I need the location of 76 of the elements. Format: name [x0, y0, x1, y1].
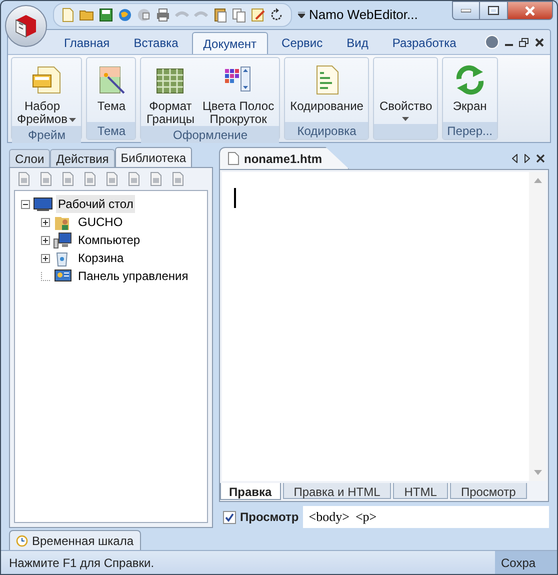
globe-icon[interactable] [117, 7, 133, 23]
panel-tab[interactable]: Действия [50, 149, 115, 167]
maximize-button[interactable] [480, 1, 507, 20]
copy-icon[interactable] [231, 7, 247, 23]
close-icon[interactable] [535, 38, 544, 46]
document-icon[interactable] [16, 171, 32, 187]
close-icon[interactable] [536, 154, 545, 162]
clock-icon [16, 534, 28, 546]
dropdown-caret-icon [69, 118, 76, 122]
group-label: Тема [87, 122, 136, 139]
group-label: Перер... [443, 122, 496, 139]
help-icon[interactable] [485, 35, 499, 49]
ribbon-button[interactable]: Кодирование [287, 60, 366, 113]
ribbon-button[interactable]: Тема [89, 60, 134, 113]
maximize-icon [488, 6, 499, 15]
restore-icon[interactable] [519, 38, 529, 46]
new-file-icon[interactable] [60, 7, 76, 23]
collapse-icon[interactable] [21, 200, 30, 208]
document-icon[interactable] [60, 171, 76, 187]
preview-checkbox[interactable] [223, 510, 236, 524]
file-icon [228, 152, 239, 165]
group-label: Фрейм [12, 126, 82, 143]
dropdown-caret-icon [402, 117, 410, 121]
preview-label: Просмотр [240, 509, 299, 526]
ribbon-button[interactable]: Цвета Полос Прокруток [199, 60, 278, 126]
ribbon-tab[interactable]: Вид [336, 32, 378, 54]
ribbon-tab[interactable]: Документ [192, 32, 268, 54]
close-button[interactable] [507, 1, 553, 20]
text-cursor [234, 188, 236, 208]
paste-icon[interactable] [212, 7, 228, 23]
close-icon [524, 6, 536, 16]
ribbon-button[interactable]: Набор Фреймов [14, 60, 80, 126]
monitor-icon [33, 195, 53, 213]
document-tab[interactable]: noname1.htm [219, 147, 349, 169]
ribbon-button[interactable]: Экран [448, 60, 492, 113]
group-label: Оформление [141, 126, 280, 143]
computer-icon [53, 231, 73, 249]
view-tab[interactable]: HTML [393, 483, 448, 499]
minimize-icon [461, 8, 471, 12]
ribbon-button[interactable]: Свойство [376, 60, 436, 124]
document-icon[interactable] [104, 171, 120, 187]
view-tab[interactable]: Правка и HTML [282, 483, 392, 499]
panel-tab[interactable]: Библиотека [114, 147, 192, 167]
tree-item[interactable]: Корзина [76, 249, 126, 267]
status-indicator: Сохра [495, 551, 557, 574]
ribbon-tab[interactable]: Разработка [382, 32, 466, 54]
scroll-right-icon[interactable] [524, 154, 530, 162]
group-label: Кодировка [285, 122, 368, 139]
tree-item[interactable]: GUCHO [76, 213, 125, 231]
tag-link[interactable]: <body> [308, 507, 350, 527]
expand-icon[interactable] [41, 254, 50, 262]
panel-tab[interactable]: Слои [9, 149, 50, 167]
ribbon-tab[interactable]: Сервис [272, 32, 333, 54]
ribbon-tab[interactable]: Главная [54, 32, 120, 54]
preview-icon[interactable] [136, 7, 152, 23]
save-icon[interactable] [98, 7, 114, 23]
ribbon-tab[interactable]: Вставка [124, 32, 188, 54]
view-tab[interactable]: Просмотр [450, 483, 527, 499]
ribbon-button[interactable]: Формат Границы [143, 60, 198, 126]
tree-item[interactable]: Панель управления [76, 267, 190, 285]
timeline-tab[interactable]: Временная шкала [9, 530, 141, 550]
window-title: Namo WebEditor... [309, 6, 418, 24]
minimize-button[interactable] [452, 1, 480, 20]
tree-connector [41, 272, 50, 280]
status-message: Нажмите F1 для Справки. [9, 554, 154, 572]
expand-icon[interactable] [41, 218, 50, 226]
scroll-left-icon[interactable] [512, 154, 518, 162]
tree-item[interactable]: Компьютер [76, 231, 142, 249]
view-tab[interactable]: Правка [220, 483, 281, 500]
tag-link[interactable]: <p> [355, 507, 377, 527]
expand-icon[interactable] [41, 236, 50, 244]
print-icon[interactable] [155, 7, 171, 23]
tree-item[interactable]: Рабочий стол [56, 195, 136, 213]
dropdown-caret-icon[interactable] [298, 12, 305, 18]
app-logo-icon[interactable] [5, 5, 47, 47]
edit-icon[interactable] [250, 7, 266, 23]
